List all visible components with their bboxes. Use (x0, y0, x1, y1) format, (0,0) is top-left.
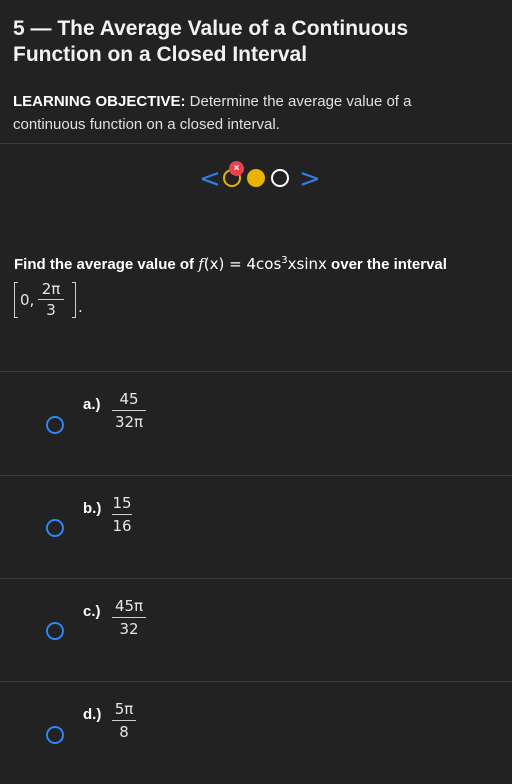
question-stepper: < × > (195, 160, 325, 200)
page-title: 5 — The Average Value of a Continuous Fu… (13, 17, 409, 66)
option-fraction: 5π 8 (112, 700, 136, 741)
question-text: Find the average value of f(x) = 4cos3xs… (14, 250, 499, 276)
option-fraction: 45π 32 (112, 597, 146, 638)
question-prefix: Find the average value of (14, 256, 199, 273)
objective-label: LEARNING OBJECTIVE: (13, 93, 186, 110)
interval-expression: 0, 2π 3 . (14, 280, 134, 330)
learning-objective: LEARNING OBJECTIVE: Determine the averag… (13, 90, 483, 136)
function-expression: f(x) = 4cos3xsinx (198, 255, 327, 273)
option-label: b.) (83, 500, 102, 517)
bracket-right (72, 282, 76, 318)
radio-b[interactable] (46, 519, 64, 537)
interval-left: 0, (20, 291, 35, 309)
option-fraction: 45 32π (112, 390, 146, 431)
step-dot-3[interactable] (271, 169, 289, 187)
answer-option-b[interactable]: b.) 15 16 (0, 476, 512, 578)
radio-d[interactable] (46, 726, 64, 744)
chevron-left-icon[interactable]: < (199, 166, 221, 192)
bracket-left (14, 282, 18, 318)
question-suffix: over the interval (326, 256, 447, 273)
radio-a[interactable] (46, 416, 64, 434)
step-dot-2-current[interactable] (247, 169, 265, 187)
option-label: d.) (83, 706, 102, 723)
option-label: a.) (83, 396, 101, 413)
radio-c[interactable] (46, 622, 64, 640)
answer-option-a[interactable]: a.) 45 32π (0, 372, 512, 474)
option-label: c.) (83, 603, 101, 620)
answer-option-c[interactable]: c.) 45π 32 (0, 579, 512, 681)
interval-period: . (78, 298, 83, 316)
incorrect-badge-icon: × (229, 161, 244, 176)
header-divider (0, 143, 512, 144)
answer-option-d[interactable]: d.) 5π 8 (0, 682, 512, 784)
interval-fraction: 2π 3 (38, 280, 64, 319)
chevron-right-icon[interactable]: > (299, 166, 321, 192)
option-fraction: 15 16 (112, 494, 132, 535)
